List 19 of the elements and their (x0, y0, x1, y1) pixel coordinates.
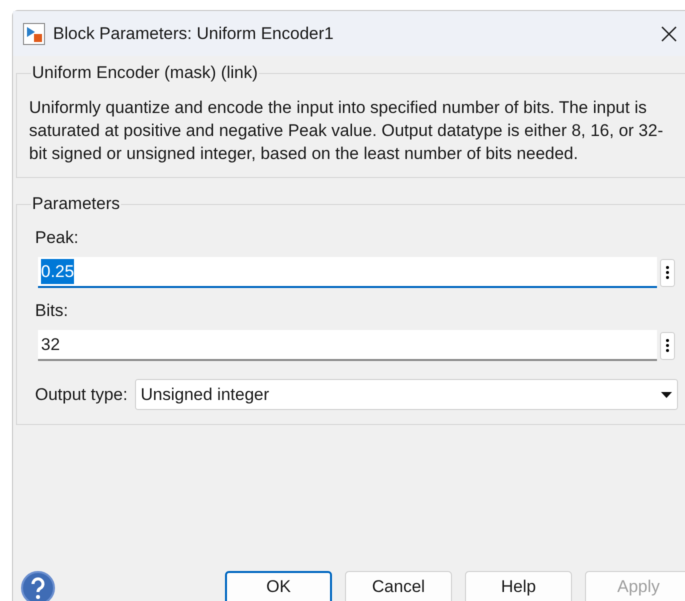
dialog-button[interactable]: Cancel (345, 571, 452, 601)
dialog-button[interactable]: OK (225, 571, 332, 601)
dialog-button[interactable]: Help (465, 571, 572, 601)
field-label: Output type: (35, 384, 128, 406)
input-field[interactable]: 32 (38, 330, 657, 361)
vertical-dots-icon (666, 266, 669, 279)
field-label: Bits: (35, 300, 70, 322)
close-icon (661, 26, 677, 42)
block-description: Uniformly quantize and encode the input into specified number of bits. The input is saturated at positive and negative Peak value. Output datatype is either 8, 16, or 32-bit signed or unsigned integer, based on the least number of bits needed. (29, 97, 664, 165)
window-title: Block Parameters: Uniform Encoder1 (53, 22, 335, 45)
help-icon[interactable] (21, 571, 55, 601)
output-type-dropdown[interactable]: Unsigned integer (134, 379, 678, 410)
more-options-button[interactable] (660, 258, 675, 286)
more-options-button[interactable] (660, 332, 675, 360)
vertical-dots-icon (666, 339, 669, 352)
block-icon (23, 22, 45, 44)
field-label: Peak: (35, 227, 80, 249)
caret-icon (661, 392, 672, 398)
input-field[interactable]: 0.25 (38, 257, 657, 288)
